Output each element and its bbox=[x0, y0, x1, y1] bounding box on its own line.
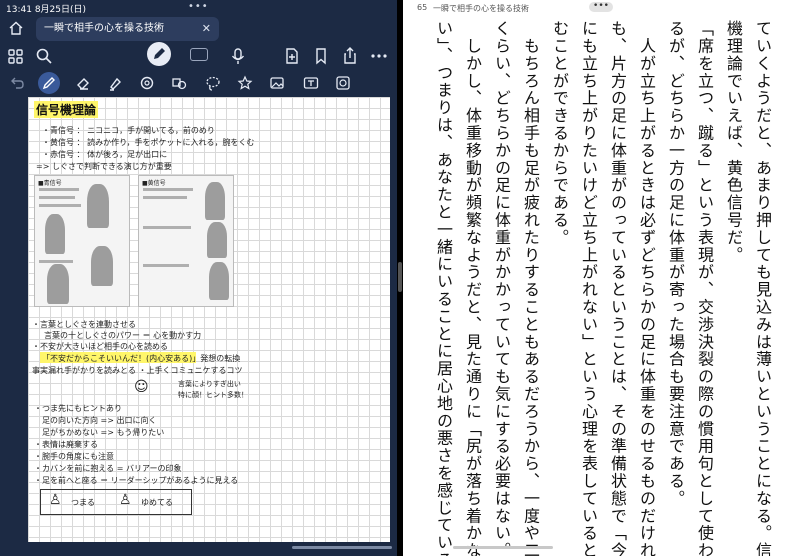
notebook-page[interactable]: 信号機理論 ・青信号 ： ニコニコ，手が開いてる，前のめり ・黄信号 ： 読みか… bbox=[28, 97, 390, 542]
note-line: 特に顔！ヒント多数！ bbox=[178, 391, 248, 399]
page-number: 65 bbox=[417, 3, 428, 12]
text-column: むことができるからである。 bbox=[550, 20, 569, 247]
text-column: もちろん相手も足が疲れたりすることもあるだろうから、一度や二度 bbox=[521, 20, 540, 556]
note-line: 「不安だからこそいいんだ！(内心安ある)」発想の転換 bbox=[42, 354, 241, 363]
text-column: るが、どちらか一方の足に体重が寄った場合も要注意である。 bbox=[666, 20, 685, 508]
note-line: ・赤信号 ： 体が後ろ，足が出口に bbox=[42, 150, 168, 159]
pencil-mode-button[interactable] bbox=[147, 42, 171, 66]
sticker-icon[interactable] bbox=[236, 74, 254, 92]
slide-image-right[interactable]: ■黄信号 bbox=[138, 175, 234, 307]
note-line: ・青信号 ： ニコニコ，手が開いてる，前のめり bbox=[42, 126, 215, 135]
notes-app-pane: 13:41 8月25日(日) ••• 一瞬で相手の心を操る技術 ✕ 信号機理論 … bbox=[0, 0, 397, 556]
book-title: 一瞬で相手の心を操る技術 bbox=[433, 4, 529, 13]
text-column: しかし、体重移動が頻繁なようだと、見た通りに「尻が落ち着かな bbox=[463, 20, 482, 556]
mic-icon[interactable] bbox=[228, 46, 248, 66]
note-line: 言葉によりすぎ出い bbox=[178, 380, 241, 388]
note-heading: 信号機理論 bbox=[34, 101, 99, 118]
bookmark-icon[interactable] bbox=[311, 46, 331, 66]
status-bar: 13:41 8月25日(日) ••• bbox=[0, 0, 397, 15]
text-column: 機理論でいえば、黄色信号だ。 bbox=[724, 20, 743, 264]
slide-caption: ■黄信号 bbox=[142, 180, 166, 187]
note-line: ・不安が大きいほど相手の心を読める bbox=[32, 342, 168, 351]
box-label-left: つまる bbox=[71, 498, 95, 507]
text-column: にも立ち上がりたいけど立ち上がれない」という心理を表していると読 bbox=[579, 20, 598, 556]
pencil-icon bbox=[154, 48, 165, 59]
camera-icon[interactable] bbox=[334, 74, 352, 92]
stick-figure-icon: ♙ bbox=[119, 492, 132, 508]
note-line: => しぐさで判断できる演じ方が重要 bbox=[36, 162, 172, 171]
lasso-icon[interactable] bbox=[204, 74, 222, 92]
undo-icon[interactable] bbox=[8, 74, 26, 92]
note-line: 足がちかめない => もう帰りたい bbox=[42, 428, 165, 437]
tab-bar: 一瞬で相手の心を操る技術 ✕ bbox=[0, 14, 397, 42]
note-line: 言葉の十としぐさのパワー ＝ 心を動かす力 bbox=[44, 331, 202, 340]
drawing-toolbar bbox=[0, 72, 397, 96]
posture-diagram-box: ♙ つまる ♙ ゆめてる bbox=[40, 489, 192, 515]
home-icon[interactable] bbox=[8, 20, 24, 36]
main-toolbar bbox=[0, 42, 397, 70]
note-line: ・黄信号 ： 読みか作り，手をポケットに入れる，腕をくむ bbox=[42, 138, 255, 147]
home-indicator bbox=[453, 546, 553, 549]
shape-icon[interactable] bbox=[138, 74, 156, 92]
add-page-icon[interactable] bbox=[282, 46, 302, 66]
stick-figure-icon: ♙ bbox=[49, 492, 62, 508]
keyboard-icon[interactable] bbox=[190, 48, 208, 61]
note-line: ・言葉としぐさを連動させる bbox=[32, 320, 136, 329]
text-column: くらい、どちらかの足に体重がかかっていても気にする必要はない。 bbox=[492, 20, 511, 556]
highlighter-icon[interactable] bbox=[106, 74, 124, 92]
note-line: ・カバンを前に抱える = バリアーの印象 bbox=[34, 464, 182, 473]
slide-image-left[interactable]: ■青信号 bbox=[34, 175, 130, 307]
element-tool-icon[interactable] bbox=[170, 74, 188, 92]
reader-header: 65 一瞬で相手の心を操る技術 ••• bbox=[403, 0, 800, 14]
text-column: ていくようだと、あまり押しても見込みは薄いということになる。信号 bbox=[753, 20, 772, 556]
note-line: 足の向いた方向 => 出口に向く bbox=[42, 416, 157, 425]
reader-menu-icon[interactable]: ••• bbox=[589, 2, 613, 12]
note-line: ・足を前へと座る ＝ リーダーシップがあるように見える bbox=[34, 476, 239, 485]
text-column: 「席を立つ、蹴る」という表現が、交渉決裂の際の慣用句として使われ bbox=[695, 20, 714, 556]
reader-pane[interactable]: 65 一瞬で相手の心を操る技術 ••• ていくようだと、あまり押しても見込みは薄… bbox=[403, 0, 800, 556]
more-icon[interactable] bbox=[369, 46, 389, 66]
smiley-doodle: ☺ bbox=[134, 379, 149, 395]
split-view-handle[interactable] bbox=[398, 262, 402, 292]
close-tab-icon[interactable]: ✕ bbox=[202, 17, 211, 41]
text-column: 人が立ち上がるときは必ずどちらかの足に体重をのせるものだけれど bbox=[637, 20, 656, 556]
text-icon[interactable] bbox=[302, 74, 320, 92]
document-tab[interactable]: 一瞬で相手の心を操る技術 ✕ bbox=[36, 17, 219, 41]
note-line: ・腕手の角度にも注意 bbox=[34, 452, 114, 461]
box-label-right: ゆめてる bbox=[141, 498, 173, 507]
share-icon[interactable] bbox=[340, 46, 360, 66]
note-line: ・表情は廃棄する bbox=[34, 440, 98, 449]
note-line: 事実漏れ手がかりを読みとる ・上手くコミュニケするコツ bbox=[32, 366, 243, 375]
multitask-grabber[interactable]: ••• bbox=[188, 1, 209, 12]
pen-icon[interactable] bbox=[40, 74, 58, 92]
search-icon[interactable] bbox=[34, 46, 54, 66]
image-icon[interactable] bbox=[268, 74, 286, 92]
grid-icon[interactable] bbox=[6, 46, 26, 66]
note-line: ・つま先にもヒントあり bbox=[34, 404, 122, 413]
text-column: い」、つまりは、あなたと一緒にいることに居心地の悪さを感じている bbox=[434, 20, 453, 556]
slide-caption: ■青信号 bbox=[38, 180, 62, 187]
text-column: も、片方の足に体重がのっているということは、その準備状態で「今 bbox=[608, 20, 627, 556]
document-tab-title: 一瞬で相手の心を操る技術 bbox=[44, 23, 164, 34]
home-indicator bbox=[292, 546, 392, 549]
eraser-icon[interactable] bbox=[74, 74, 92, 92]
